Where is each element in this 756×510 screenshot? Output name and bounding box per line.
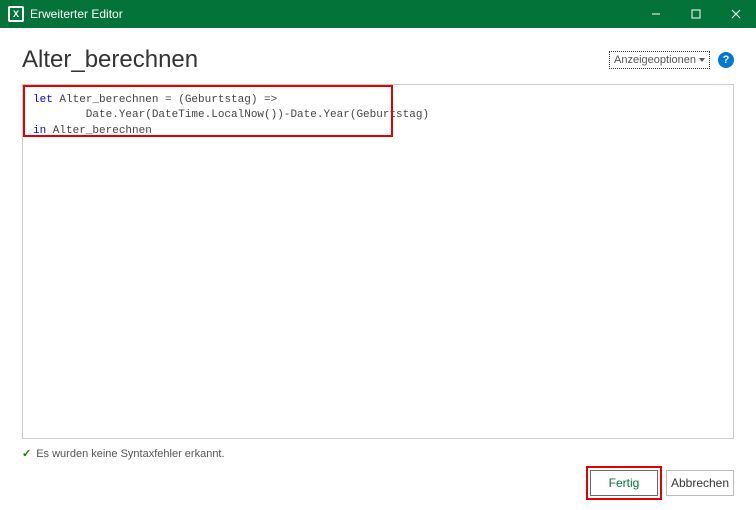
header-row: Alter_berechnen Anzeigeoptionen ? xyxy=(22,46,734,74)
help-icon[interactable]: ? xyxy=(718,52,734,68)
close-button[interactable] xyxy=(716,0,756,28)
minimize-button[interactable] xyxy=(636,0,676,28)
display-options-label: Anzeigeoptionen xyxy=(614,54,696,66)
code-editor[interactable]: let Alter_berechnen = (Geburtstag) => Da… xyxy=(22,84,734,439)
function-name: Alter_berechnen xyxy=(22,46,198,74)
code-content: let Alter_berechnen = (Geburtstag) => Da… xyxy=(33,93,723,139)
keyword-in: in xyxy=(33,125,46,137)
cancel-button[interactable]: Abbrechen xyxy=(666,470,734,496)
display-options-dropdown[interactable]: Anzeigeoptionen xyxy=(609,51,710,69)
code-let-line: Alter_berechnen = (Geburtstag) => xyxy=(53,94,277,106)
status-bar: ✓ Es wurden keine Syntaxfehler erkannt. xyxy=(22,447,734,460)
keyword-let: let xyxy=(33,94,53,106)
check-icon: ✓ xyxy=(22,447,31,460)
window-title: Erweiterter Editor xyxy=(30,7,636,21)
maximize-button[interactable] xyxy=(676,0,716,28)
excel-icon: X xyxy=(8,6,24,22)
done-button[interactable]: Fertig xyxy=(590,470,658,496)
dropdown-icon xyxy=(699,58,705,62)
code-in-line: Alter_berechnen xyxy=(46,125,152,137)
button-row: Fertig Abbrechen xyxy=(22,460,734,510)
svg-text:X: X xyxy=(13,9,19,19)
title-bar: X Erweiterter Editor xyxy=(0,0,756,28)
status-text: Es wurden keine Syntaxfehler erkannt. xyxy=(36,448,224,460)
code-body-line: Date.Year(DateTime.LocalNow())-Date.Year… xyxy=(33,109,429,121)
